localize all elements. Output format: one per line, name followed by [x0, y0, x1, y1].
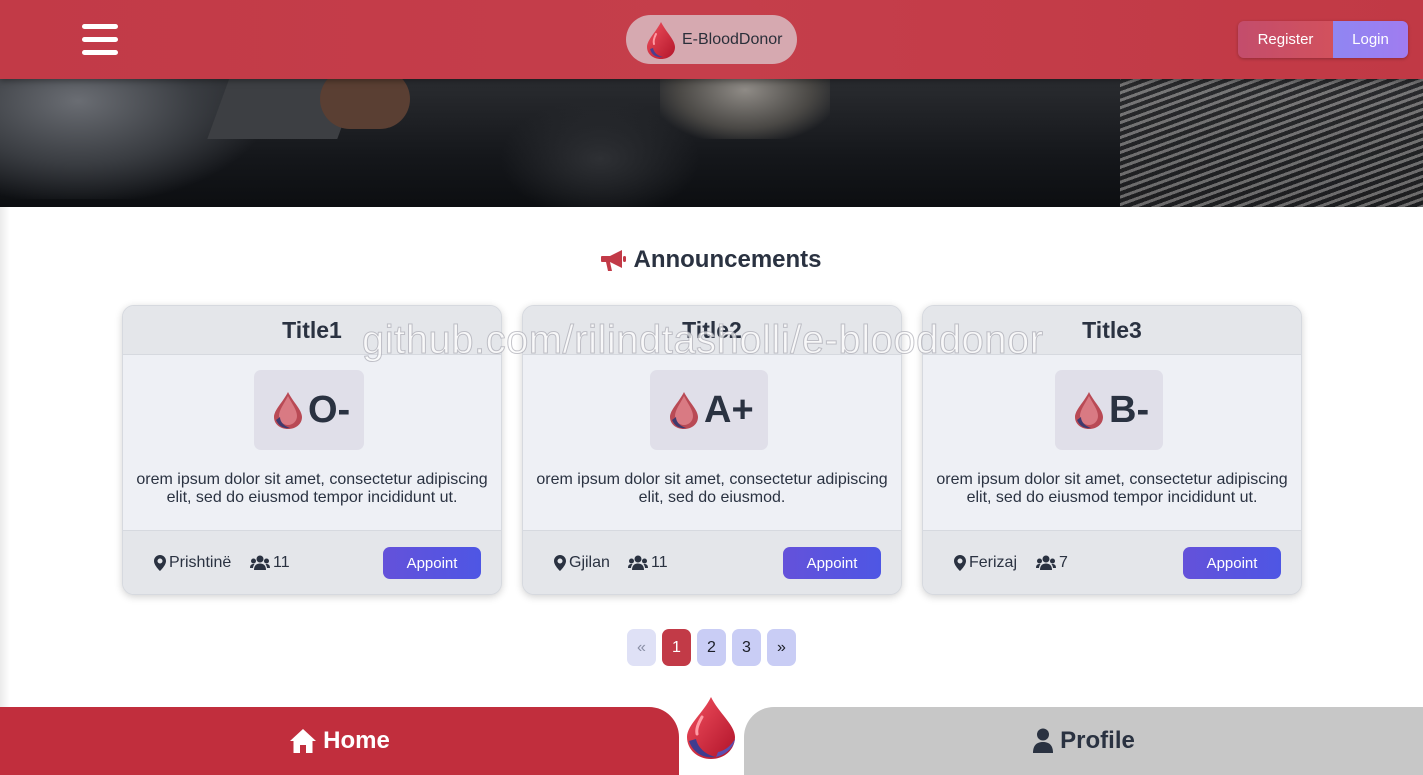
login-button[interactable]: Login	[1333, 21, 1408, 58]
hamburger-menu-icon[interactable]	[82, 24, 118, 56]
page-button-1[interactable]: 1	[662, 629, 691, 666]
megaphone-icon	[601, 250, 627, 271]
home-icon	[290, 729, 317, 753]
card-title: Title3	[923, 306, 1301, 355]
announcement-card: Title2 A+ orem ipsum dolor sit amet, con…	[522, 305, 902, 595]
top-navbar: E-BloodDonor Register Login	[0, 0, 1423, 79]
page-button-3[interactable]: 3	[732, 629, 761, 666]
nav-home-label: Home	[323, 727, 390, 754]
blood-drop-icon	[1075, 392, 1103, 429]
blood-drop-icon	[274, 392, 302, 429]
map-marker-icon	[554, 555, 566, 571]
people-count: 7	[1059, 554, 1068, 571]
prev-page-button[interactable]: «	[627, 629, 656, 666]
appoint-button[interactable]: Appoint	[1183, 547, 1281, 579]
card-title: Title2	[523, 306, 901, 355]
brand-logo[interactable]: E-BloodDonor	[626, 15, 797, 64]
nav-home-button[interactable]: Home	[0, 707, 679, 775]
card-people-count: 11	[250, 554, 290, 572]
announcement-card: Title1 O- orem ipsum dolor sit amet, con…	[122, 305, 502, 595]
card-location: Ferizaj	[954, 554, 1017, 572]
blood-drop-icon	[647, 21, 675, 59]
location-text: Prishtinë	[169, 554, 232, 571]
hero-banner-image	[0, 79, 1423, 207]
register-button[interactable]: Register	[1238, 21, 1333, 58]
card-description: orem ipsum dolor sit amet, consectetur a…	[536, 471, 888, 506]
blood-type-badge: O-	[254, 370, 365, 450]
pagination: « 1 2 3 »	[627, 629, 796, 666]
blood-type-label: B-	[1109, 388, 1150, 431]
people-count: 11	[273, 554, 290, 571]
appoint-button[interactable]: Appoint	[783, 547, 881, 579]
auth-buttons: Register Login	[1238, 21, 1408, 58]
location-text: Ferizaj	[969, 554, 1018, 571]
blood-type-label: A+	[704, 388, 754, 431]
blood-drop-logo-icon[interactable]	[684, 695, 738, 761]
announcements-heading: Announcements	[0, 246, 1423, 274]
announcement-card: Title3 B- orem ipsum dolor sit amet, con…	[922, 305, 1302, 595]
card-footer: Prishtinë 11 Appoint	[123, 530, 501, 594]
users-icon	[628, 555, 648, 570]
blood-drop-icon	[670, 392, 698, 429]
page-button-2[interactable]: 2	[697, 629, 726, 666]
location-text: Gjilan	[569, 554, 610, 571]
card-description: orem ipsum dolor sit amet, consectetur a…	[136, 471, 488, 506]
card-footer: Ferizaj 7 Appoint	[923, 530, 1301, 594]
appoint-button[interactable]: Appoint	[383, 547, 481, 579]
brand-name: E-BloodDonor	[682, 30, 783, 48]
card-title: Title1	[123, 306, 501, 355]
announcements-title: Announcements	[633, 246, 822, 273]
blood-type-badge: B-	[1055, 370, 1164, 450]
people-count: 11	[651, 554, 668, 571]
map-marker-icon	[154, 555, 166, 571]
blood-type-label: O-	[308, 388, 351, 431]
card-location: Prishtinë	[154, 554, 231, 572]
map-marker-icon	[954, 555, 966, 571]
user-icon	[1033, 728, 1054, 753]
users-icon	[250, 555, 270, 570]
card-location: Gjilan	[554, 554, 610, 572]
nav-profile-button[interactable]: Profile	[744, 707, 1423, 775]
card-people-count: 11	[628, 554, 668, 572]
nav-profile-label: Profile	[1060, 727, 1135, 754]
card-description: orem ipsum dolor sit amet, consectetur a…	[936, 471, 1288, 506]
users-icon	[1036, 555, 1056, 570]
next-page-button[interactable]: »	[767, 629, 796, 666]
card-footer: Gjilan 11 Appoint	[523, 530, 901, 594]
card-people-count: 7	[1036, 554, 1068, 572]
blood-type-badge: A+	[650, 370, 768, 450]
